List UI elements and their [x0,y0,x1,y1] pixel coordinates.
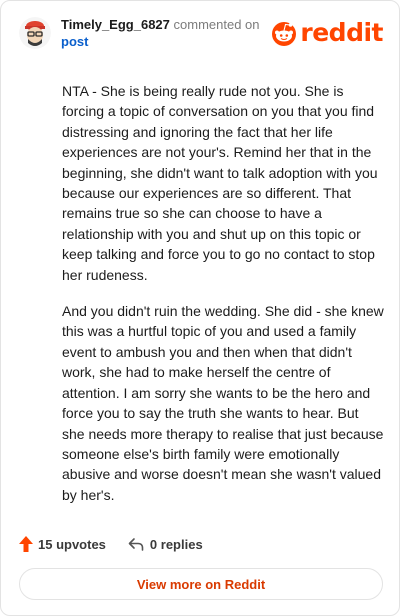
reddit-comment-card: Timely_Egg_6827 commented on post reddit… [0,0,400,616]
user-avatar[interactable] [19,17,51,49]
avatar-image [19,17,51,49]
reddit-wordmark: reddit [300,18,383,47]
reddit-logo[interactable]: reddit [271,19,383,47]
comment-body: NTA - She is being really rude not you. … [62,81,384,521]
comment-paragraph: And you didn't ruin the wedding. She did… [62,303,384,503]
action-text: commented on [173,17,260,32]
reply-count: 0 replies [149,536,203,552]
upvote-button[interactable]: 15 upvotes [19,536,106,552]
reply-arrow-icon [128,538,144,551]
comment-footer: 15 upvotes 0 replies [19,534,203,554]
comment-paragraph: NTA - She is being really rude not you. … [62,83,378,283]
view-more-button[interactable]: View more on Reddit [19,568,383,600]
reddit-snoo-icon [272,22,297,46]
post-link[interactable]: post [61,34,88,50]
reply-button[interactable]: 0 replies [128,537,203,552]
comment-header: Timely_Egg_6827 commented on post reddit [19,17,383,51]
comment-meta: Timely_Egg_6827 commented on post [61,17,261,50]
upvote-count: 15 upvotes [38,536,106,552]
upvote-arrow-icon [19,536,33,552]
username[interactable]: Timely_Egg_6827 [61,17,170,32]
